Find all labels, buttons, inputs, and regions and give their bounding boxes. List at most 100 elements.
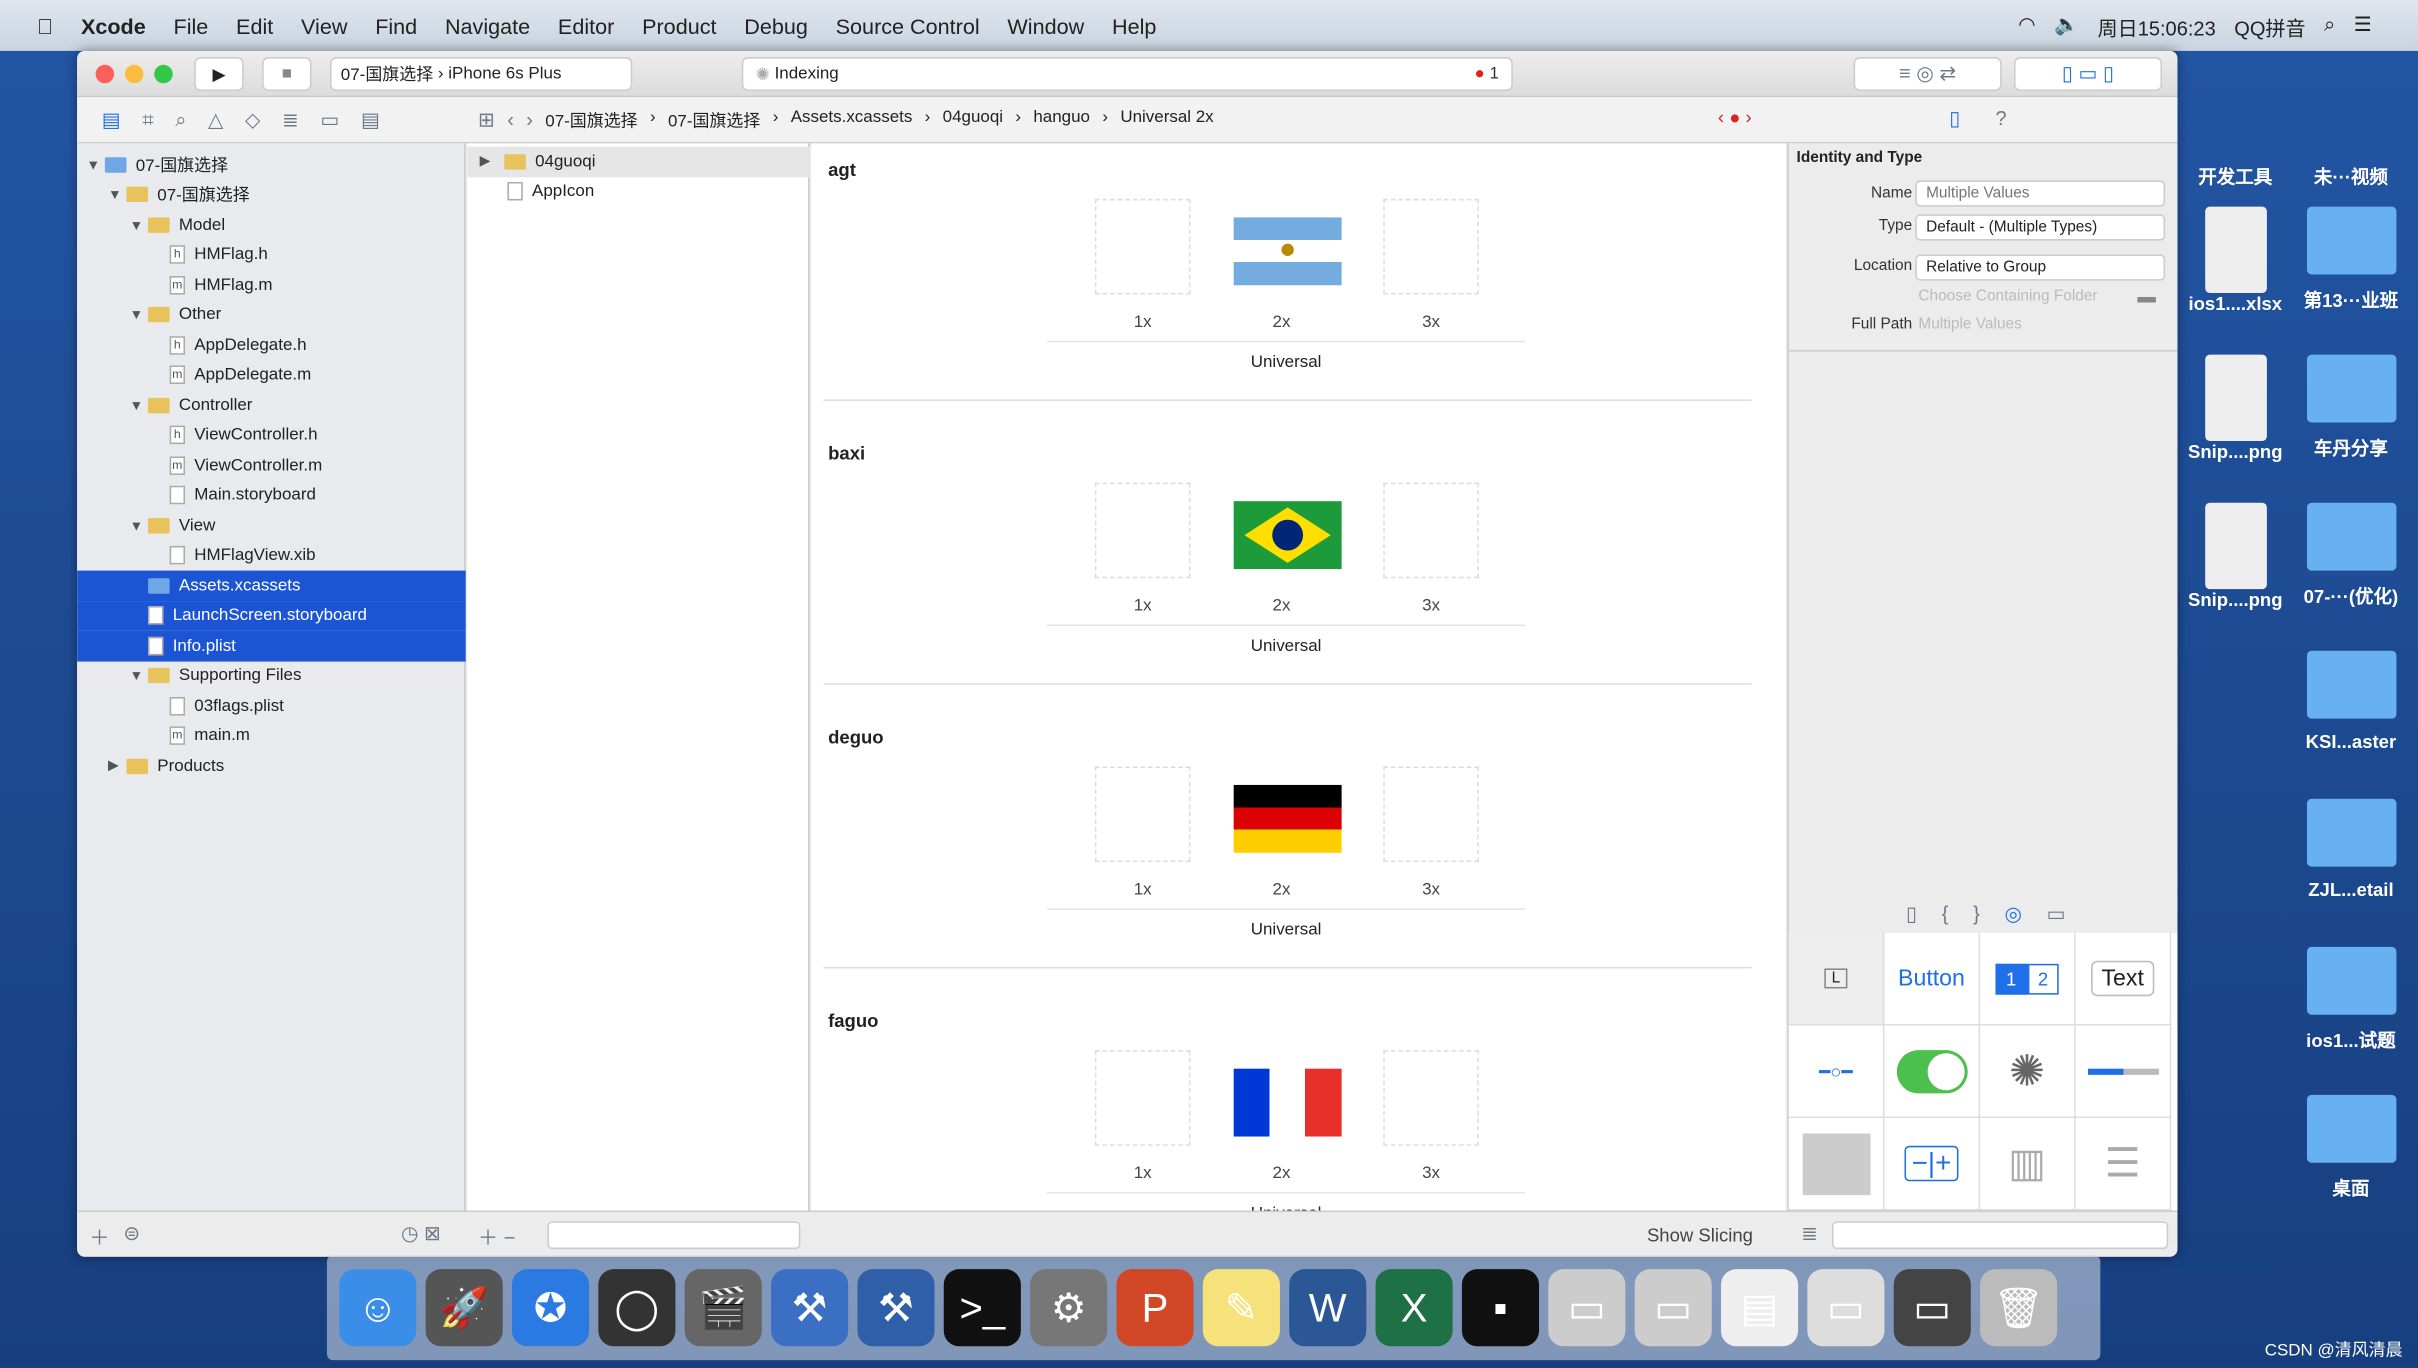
desktop-icon[interactable]: ios1....xlsx xyxy=(2177,206,2293,315)
image-slot-3x[interactable] xyxy=(1383,482,1479,579)
menu-xcode[interactable]: Xcode xyxy=(81,13,146,38)
textedit-icon[interactable]: ▤ xyxy=(1720,1269,1799,1347)
folder-icon[interactable]: ▬ xyxy=(2137,285,2156,307)
grid-icon[interactable]: ⊞ xyxy=(478,108,495,133)
library-slider[interactable]: ━○━ xyxy=(1788,1025,1885,1119)
library-button[interactable]: Button xyxy=(1884,932,1981,1026)
wifi-icon[interactable]: ◠ xyxy=(2018,12,2035,41)
disclosure-triangle-icon[interactable]: ▶ xyxy=(108,758,127,775)
library-textfield[interactable]: Text xyxy=(2075,932,2172,1026)
scheme-selector[interactable]: 07-国旗选择 › iPhone 6s Plus xyxy=(330,57,633,91)
add-icon[interactable]: ＋ xyxy=(89,1221,109,1250)
desktop-icon[interactable]: ZJL...etail xyxy=(2293,798,2409,901)
terminal-icon[interactable]: >_ xyxy=(943,1269,1021,1347)
desktop-icon[interactable]: 未···视频 xyxy=(2293,163,2409,189)
file-inspector-icon[interactable]: ▯ xyxy=(1949,106,1960,131)
location-select[interactable]: Relative to Group xyxy=(1915,254,2166,281)
issue-nav[interactable]: ‹ ● › xyxy=(1718,106,1752,128)
list-view-icon[interactable]: ≣ xyxy=(1801,1221,1818,1246)
run-button[interactable]: ▶ xyxy=(194,57,244,91)
notes-icon[interactable]: ✎ xyxy=(1202,1269,1280,1347)
desktop-icon[interactable]: ios1...试题 xyxy=(2293,946,2409,1053)
standard-editor-icon[interactable]: ≡ ◎ ⇄ xyxy=(1899,62,1956,87)
flag-image-2x[interactable] xyxy=(1233,217,1342,286)
disclosure-triangle-icon[interactable]: ▼ xyxy=(130,397,149,412)
word-icon[interactable]: W xyxy=(1289,1269,1367,1347)
preview-icon[interactable]: ▭ xyxy=(1548,1269,1626,1347)
flag-image-2x[interactable] xyxy=(1233,501,1342,570)
name-field[interactable] xyxy=(1915,180,2166,207)
navigator-item[interactable]: ▼ Model xyxy=(77,210,466,240)
navigator-item[interactable]: 03flags.plist xyxy=(77,691,466,721)
asset-appicon[interactable]: AppIcon xyxy=(467,176,809,206)
input-method[interactable]: QQ拼音 xyxy=(2234,12,2305,41)
navigator-item[interactable]: h HMFlag.h xyxy=(77,240,466,270)
navigator-item[interactable]: ▼ View xyxy=(77,510,466,540)
disclosure-triangle-icon[interactable]: ▼ xyxy=(130,307,149,322)
crumb[interactable]: Assets.xcassets xyxy=(791,108,913,133)
menu-editor[interactable]: Editor xyxy=(558,13,614,38)
volume-icon[interactable]: 🔈 xyxy=(2054,12,2079,41)
asset-filter-input[interactable] xyxy=(547,1221,801,1250)
library-table[interactable]: ☰ xyxy=(2075,1118,2172,1211)
type-select[interactable]: Default - (Multiple Types) xyxy=(1915,214,2166,241)
instruments-icon[interactable]: ⚒ xyxy=(857,1269,935,1347)
menu-help[interactable]: Help xyxy=(1112,13,1156,38)
back-icon[interactable]: ‹ xyxy=(507,108,514,133)
navigator-item[interactable]: ▼ 07-国旗选择 xyxy=(77,150,466,180)
navigator-item[interactable]: h ViewController.h xyxy=(77,420,466,450)
navigator-item[interactable]: ▼ Supporting Files xyxy=(77,661,466,691)
image-slot-3x[interactable] xyxy=(1383,766,1479,863)
forward-icon[interactable]: › xyxy=(526,108,533,133)
activity-indicator-icon[interactable]: ✺ xyxy=(1980,1025,2076,1119)
library-segmented[interactable]: 12 xyxy=(1980,932,2076,1026)
navigator-item[interactable]: ▼ Other xyxy=(77,300,466,330)
disclosure-triangle-icon[interactable]: ▼ xyxy=(130,668,149,683)
menu-view[interactable]: View xyxy=(301,13,347,38)
navigator-item[interactable]: ▼ Controller xyxy=(77,390,466,420)
system-preferences-icon[interactable]: ⚙ xyxy=(1030,1269,1108,1347)
crumb[interactable]: hanguo xyxy=(1033,108,1090,133)
mouse-icon[interactable]: ◯ xyxy=(598,1269,676,1347)
editor-mode-buttons[interactable]: ≡ ◎ ⇄ xyxy=(1853,57,2002,91)
recent-icon[interactable]: ◷ ⊠ xyxy=(401,1221,441,1246)
crumb[interactable]: 07-国旗选择 xyxy=(545,108,637,133)
library-page-control[interactable] xyxy=(1788,1118,1885,1211)
flag-image-2x[interactable] xyxy=(1233,1068,1342,1137)
menu-find[interactable]: Find xyxy=(375,13,417,38)
crumb[interactable]: Universal 2x xyxy=(1120,108,1213,133)
view-toggle-buttons[interactable]: ▯ ▭ ▯ xyxy=(2013,57,2163,91)
search-icon[interactable]: ⌕ xyxy=(2324,12,2335,41)
apple-menu-icon[interactable]:  xyxy=(37,13,53,38)
navigator-item[interactable]: m main.m xyxy=(77,721,466,751)
image-slot-3x[interactable] xyxy=(1383,198,1479,295)
navigator-tabs-icon[interactable]: ▤⌗⌕△◇≣▭▤ xyxy=(102,108,402,133)
add-asset-icon[interactable]: ＋ − xyxy=(478,1221,515,1250)
library-tabs[interactable]: ▯{}◎▭ xyxy=(1906,902,2090,927)
trash-icon[interactable]: 🗑 xyxy=(1980,1269,2058,1347)
navigator-item[interactable]: m HMFlag.m xyxy=(77,270,466,300)
image-slot-1x[interactable] xyxy=(1094,482,1191,579)
library-label[interactable]: L xyxy=(1788,932,1885,1026)
choose-folder-button[interactable]: Choose Containing Folder xyxy=(1918,288,2097,305)
library-collection[interactable]: ▥ xyxy=(1980,1118,2076,1211)
menu-navigate[interactable]: Navigate xyxy=(445,13,530,38)
screenshot-icon[interactable]: ▭ xyxy=(1807,1269,1885,1347)
menu-debug[interactable]: Debug xyxy=(744,13,808,38)
movie-icon[interactable]: 🎬 xyxy=(684,1269,762,1347)
crumb[interactable]: 07-国旗选择 xyxy=(668,108,760,133)
error-badge[interactable]: ● 1 xyxy=(1475,65,1499,84)
show-slicing-button[interactable]: Show Slicing xyxy=(1647,1224,1753,1246)
zoom-button[interactable] xyxy=(154,64,173,84)
navigator-item[interactable]: Assets.xcassets xyxy=(77,570,466,601)
menu-source-control[interactable]: Source Control xyxy=(836,13,980,38)
library-progress[interactable] xyxy=(2075,1025,2172,1119)
library-filter-input[interactable] xyxy=(1832,1221,2169,1250)
menu-file[interactable]: File xyxy=(174,13,209,38)
powerpoint-icon[interactable]: P xyxy=(1116,1269,1194,1347)
desktop-icon[interactable]: 桌面 xyxy=(2293,1094,2409,1201)
filter-icon[interactable]: ⊜ xyxy=(123,1221,140,1246)
image-slot-3x[interactable] xyxy=(1383,1050,1479,1146)
navigator-item[interactable]: LaunchScreen.storyboard xyxy=(77,600,466,631)
library-switch[interactable] xyxy=(1884,1025,1981,1119)
